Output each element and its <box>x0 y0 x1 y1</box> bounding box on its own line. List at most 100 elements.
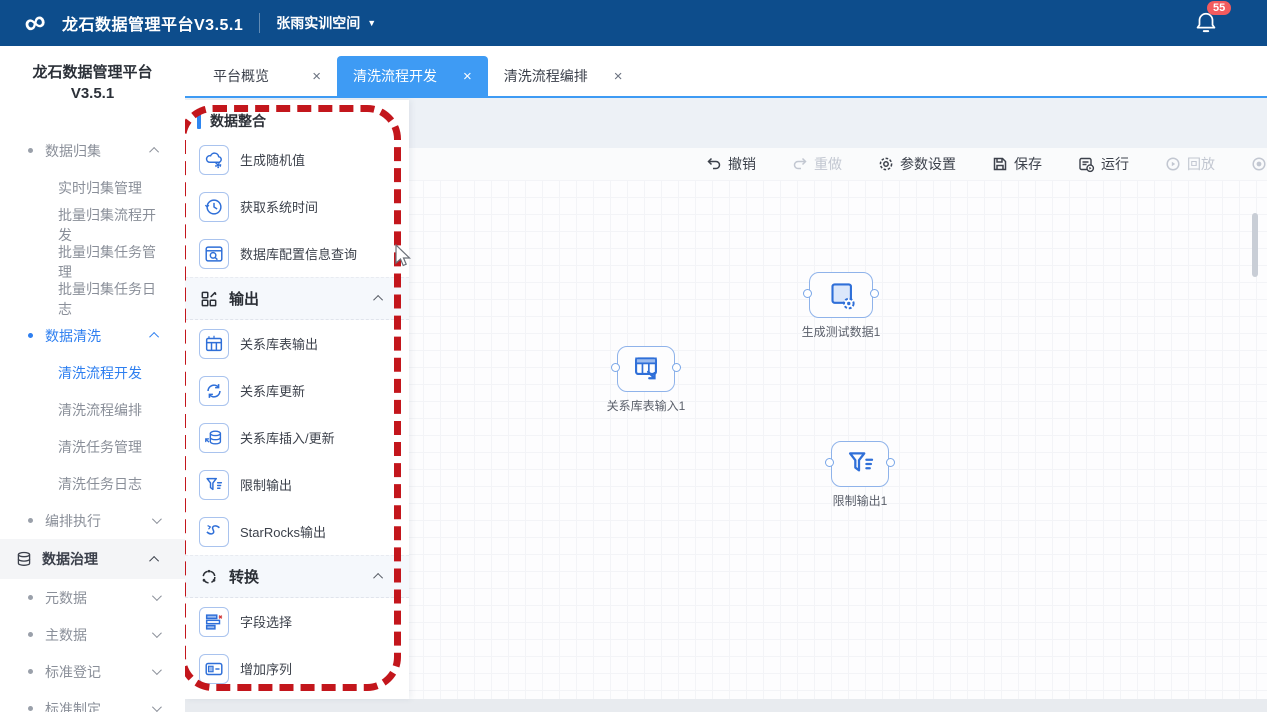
save-icon <box>993 157 1007 171</box>
node-input-port[interactable] <box>611 363 620 372</box>
sidebar-item-orchestration-exec[interactable]: 编排执行 <box>0 502 185 539</box>
node-output-port[interactable] <box>672 363 681 372</box>
node-limit-output[interactable]: 限制输出1 <box>800 441 920 509</box>
bullet-icon <box>28 333 33 338</box>
sidebar: 龙石数据管理平台 V3.5.1 数据归集 实时归集管理 批量归集流程开发 批量归… <box>0 46 185 712</box>
sidebar-item-batch-flow-dev[interactable]: 批量归集流程开发 <box>0 206 185 243</box>
db-update-icon <box>207 383 221 398</box>
bullet-icon <box>28 669 33 674</box>
palette-category-header: 数据整合 <box>185 100 409 136</box>
category-accent-bar <box>197 113 201 129</box>
close-icon[interactable]: × <box>312 68 321 85</box>
undo-button[interactable]: 撤销 <box>706 154 756 174</box>
sidebar-item-standard-registration[interactable]: 标准登记 <box>0 653 185 690</box>
system-time-icon <box>204 198 222 215</box>
app-logo-icon: ∞ <box>19 3 51 42</box>
bullet-icon <box>28 148 33 153</box>
chevron-down-icon <box>151 702 162 712</box>
bullet-icon <box>28 518 33 523</box>
table-output-icon <box>205 335 223 351</box>
node-table-input[interactable]: 关系库表输入1 <box>586 346 706 414</box>
close-icon[interactable]: × <box>463 68 472 85</box>
chevron-down-icon <box>151 665 162 676</box>
palette-item-db-insert-update[interactable]: 关系库插入/更新 <box>185 414 409 461</box>
chevron-up-icon <box>149 146 160 157</box>
app-title: 龙石数据管理平台V3.5.1 <box>62 17 244 34</box>
bullet-icon <box>28 632 33 637</box>
tab-cleaning-flow-dev[interactable]: 清洗流程开发 × <box>337 56 488 96</box>
redo-button[interactable]: 重做 <box>792 154 842 174</box>
node-input-port[interactable] <box>803 289 812 298</box>
node-label: 生成测试数据1 <box>801 325 881 339</box>
terminate-button[interactable]: 终止 <box>1251 154 1267 174</box>
sidebar-item-cleaning-task-mgmt[interactable]: 清洗任务管理 <box>0 428 185 465</box>
palette-item-starrocks-output[interactable]: StarRocks输出 <box>185 508 409 555</box>
sidebar-item-realtime-collection[interactable]: 实时归集管理 <box>0 169 185 206</box>
palette-item-db-update[interactable]: 关系库更新 <box>185 367 409 414</box>
db-config-query-icon <box>205 245 223 262</box>
palette-item-db-config-query[interactable]: 数据库配置信息查询 <box>185 230 409 277</box>
chevron-up-icon <box>149 555 160 566</box>
palette-item-random-value[interactable]: 生成随机值 <box>185 136 409 183</box>
run-button[interactable]: 运行 <box>1078 154 1129 174</box>
chevron-up-icon <box>149 331 160 342</box>
field-select-icon <box>205 613 223 630</box>
workspace-name: 张雨实训空间 <box>276 15 361 31</box>
sidebar-item-cleaning-flow-dev[interactable]: 清洗流程开发 <box>0 354 185 391</box>
palette-scrollbar[interactable] <box>1252 213 1258 277</box>
sidebar-item-data-collection[interactable]: 数据归集 <box>0 132 185 169</box>
palette-item-partial[interactable] <box>185 692 409 699</box>
undo-icon <box>707 157 721 170</box>
limit-output-icon <box>848 452 874 472</box>
palette-item-system-time[interactable]: 获取系统时间 <box>185 183 409 230</box>
node-label: 限制输出1 <box>832 494 888 508</box>
top-bar: ∞ 龙石数据管理平台V3.5.1 张雨实训空间 ▼ 55 <box>0 0 1267 46</box>
starrocks-icon <box>206 524 220 535</box>
palette-item-limit-output[interactable]: 限制输出 <box>185 461 409 508</box>
node-palette-panel: 数据整合 生成随机值 获取系统时间 数据库配置信息查询 输出 关系库表输出 关系… <box>185 100 409 699</box>
bullet-icon <box>28 706 33 711</box>
sidebar-item-batch-task-log[interactable]: 批量归集任务日志 <box>0 280 185 317</box>
caret-down-icon: ▼ <box>367 18 377 28</box>
close-icon[interactable]: × <box>614 68 623 85</box>
node-output-port[interactable] <box>870 289 879 298</box>
tab-bar: 平台概览 × 清洗流程开发 × 清洗流程编排 × <box>185 46 1267 98</box>
sidebar-item-data-cleaning[interactable]: 数据清洗 <box>0 317 185 354</box>
chevron-down-icon <box>151 628 162 639</box>
replay-button[interactable]: 回放 <box>1165 154 1215 174</box>
chevron-up-icon <box>373 294 384 305</box>
notification-bell-button[interactable]: 55 <box>1193 1 1232 36</box>
save-button[interactable]: 保存 <box>992 154 1042 174</box>
palette-item-table-output[interactable]: 关系库表输出 <box>185 320 409 367</box>
tab-platform-overview[interactable]: 平台概览 × <box>197 56 337 96</box>
notification-badge: 55 <box>1207 1 1232 15</box>
palette-section-transform[interactable]: 转换 <box>185 555 409 598</box>
sidebar-item-cleaning-task-log[interactable]: 清洗任务日志 <box>0 465 185 502</box>
sidebar-item-cleaning-flow-orchestration[interactable]: 清洗流程编排 <box>0 391 185 428</box>
sidebar-item-master-data[interactable]: 主数据 <box>0 616 185 653</box>
stop-icon <box>1252 157 1266 171</box>
chevron-down-icon <box>151 591 162 602</box>
flow-editor-content: 撤销 重做 参数设置 保存 运行 回放 生成测试数据1 关系库表输入1 限制输出… <box>185 98 1267 712</box>
run-icon <box>1079 157 1095 172</box>
bullet-icon <box>28 595 33 600</box>
sidebar-item-batch-task-mgmt[interactable]: 批量归集任务管理 <box>0 243 185 280</box>
tab-cleaning-flow-orchestration[interactable]: 清洗流程编排 × <box>487 56 639 96</box>
bottom-status-strip <box>185 699 1267 712</box>
node-output-port[interactable] <box>886 458 895 467</box>
node-input-port[interactable] <box>825 458 834 467</box>
palette-item-add-sequence[interactable]: 增加序列 <box>185 645 409 692</box>
parameter-settings-button[interactable]: 参数设置 <box>878 154 956 174</box>
sidebar-item-standard-formulation[interactable]: 标准制定 <box>0 690 185 712</box>
sidebar-item-data-governance[interactable]: 数据治理 <box>0 539 185 579</box>
limit-output-icon <box>206 477 223 490</box>
transform-section-icon <box>202 569 216 584</box>
node-generate-test-data[interactable]: 生成测试数据1 <box>781 272 901 340</box>
palette-item-field-select[interactable]: 字段选择 <box>185 598 409 645</box>
sidebar-item-metadata[interactable]: 元数据 <box>0 579 185 616</box>
db-insert-update-icon <box>205 430 222 445</box>
workspace-dropdown[interactable]: 张雨实训空间 ▼ <box>276 13 376 33</box>
node-label: 关系库表输入1 <box>606 399 686 413</box>
palette-section-output[interactable]: 输出 <box>185 277 409 320</box>
redo-icon <box>793 157 807 170</box>
